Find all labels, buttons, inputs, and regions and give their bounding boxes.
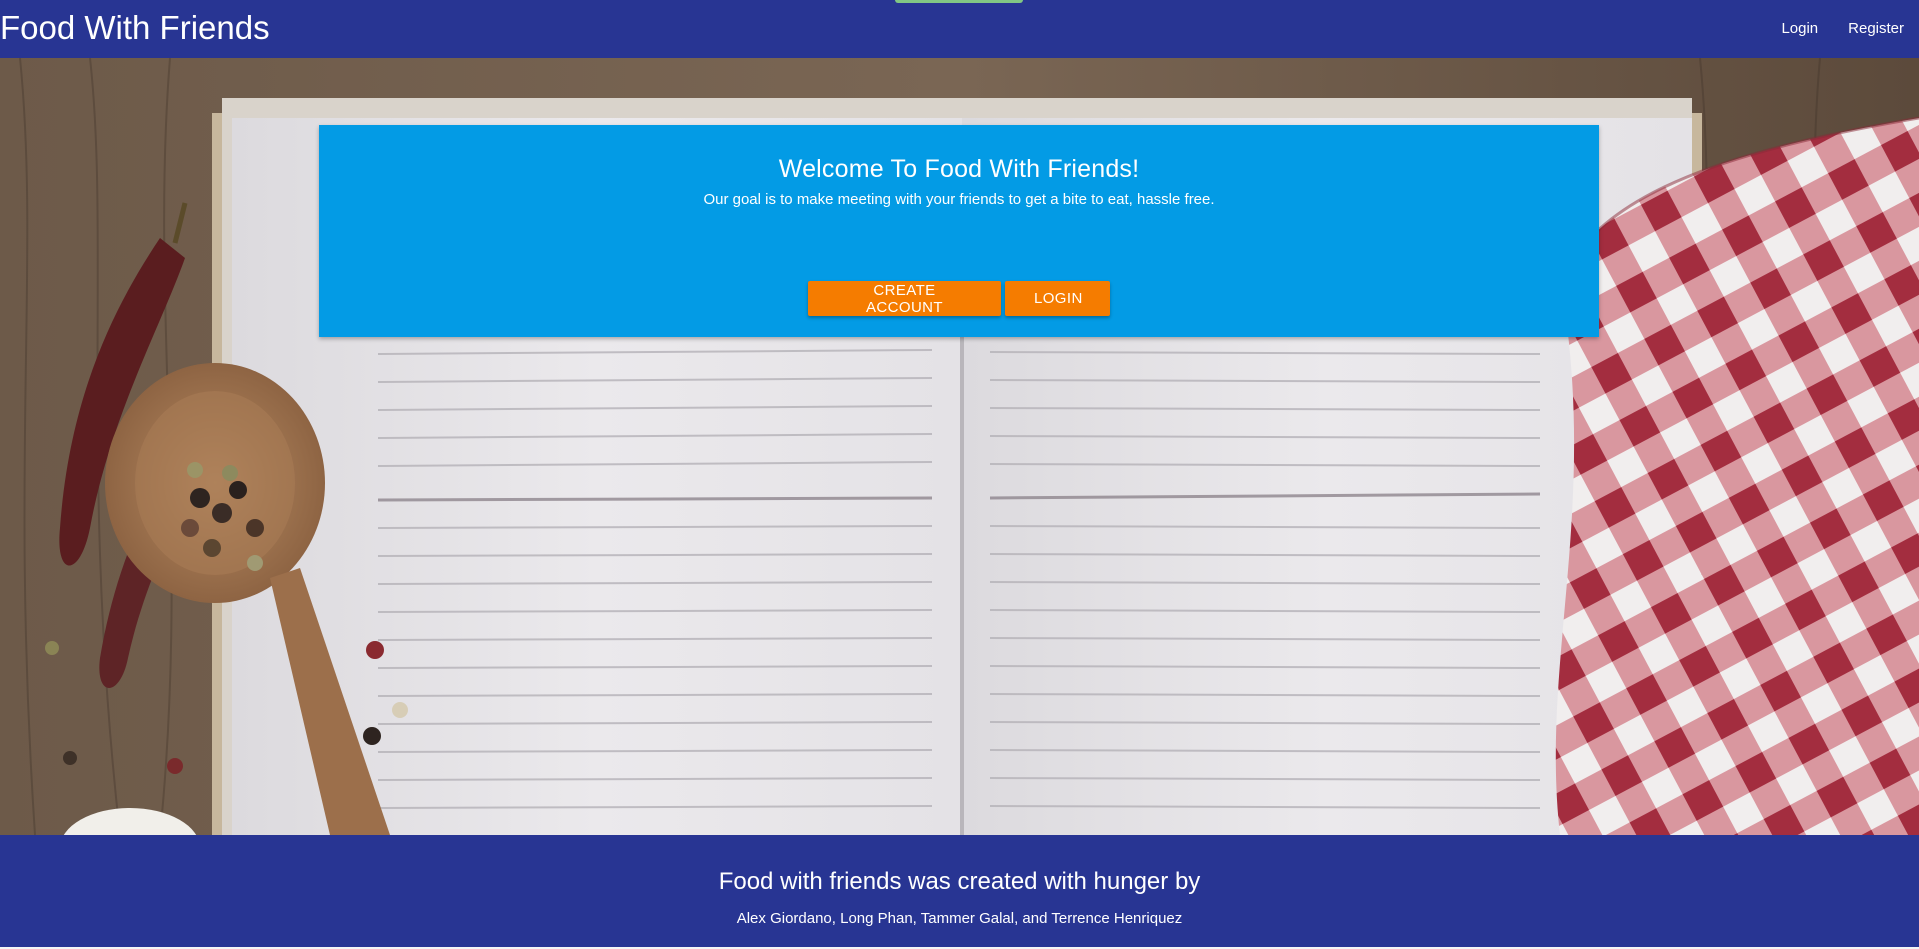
create-account-button[interactable]: CREATE ACCOUNT [808,281,1001,316]
footer: Food with friends was created with hunge… [0,835,1919,949]
nav-register-link[interactable]: Register [1833,2,1919,56]
nav-links: Login Register [1766,0,1919,58]
brand-logo-link[interactable]: Food With Friends [0,8,270,48]
login-button[interactable]: LOGIN [1005,281,1110,316]
top-indicator-tab [895,0,1023,3]
footer-heading: Food with friends was created with hunge… [718,868,1201,895]
welcome-title: Welcome To Food With Friends! [778,155,1140,183]
cta-buttons: CREATE ACCOUNT LOGIN [319,281,1599,316]
welcome-subtitle: Our goal is to make meeting with your fr… [703,191,1215,208]
footer-credits: Alex Giordano, Long Phan, Tammer Galal, … [736,910,1183,927]
nav-login-link[interactable]: Login [1766,2,1833,56]
navbar: Food With Friends Login Register [0,0,1919,58]
welcome-card: Welcome To Food With Friends! Our goal i… [319,125,1599,337]
hero-section: Welcome To Food With Friends! Our goal i… [0,58,1919,835]
